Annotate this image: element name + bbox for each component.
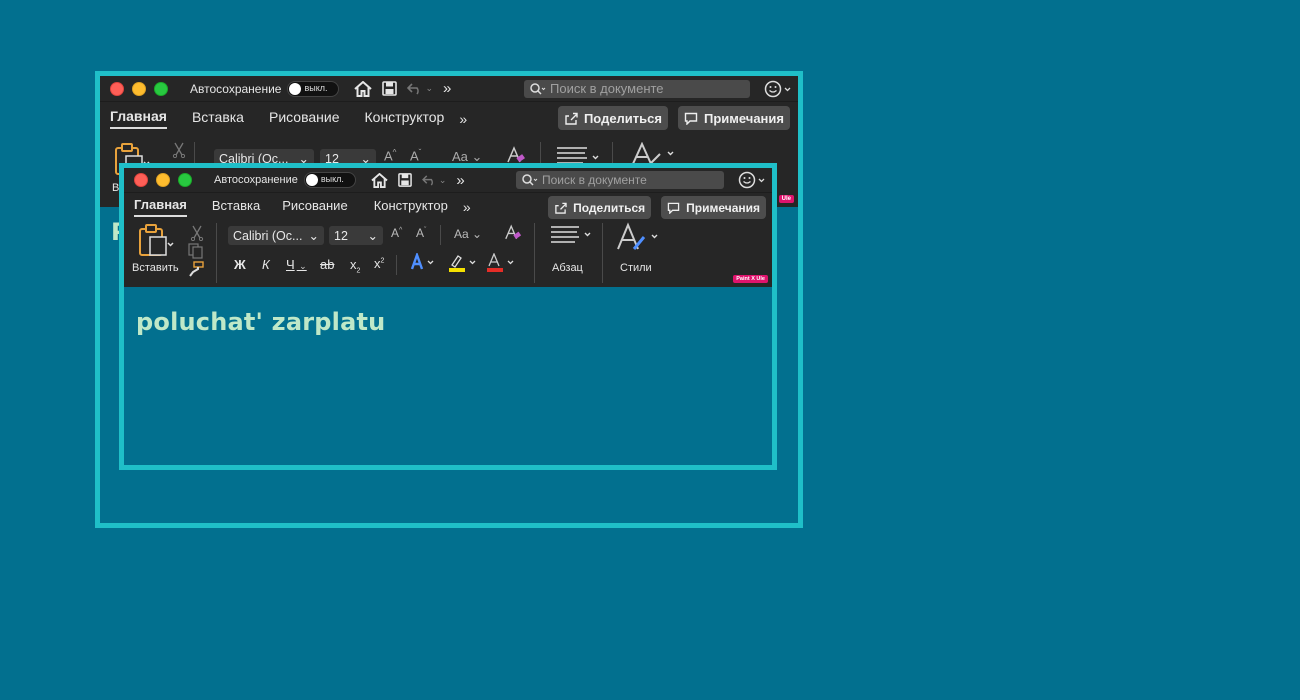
save-icon[interactable] (398, 173, 412, 187)
autosave-label: Автосохранение (214, 174, 298, 186)
undo-icon[interactable]: ⌄ (407, 82, 433, 95)
share-button[interactable]: Поделиться (557, 106, 668, 130)
grow-font-button[interactable]: A^ (384, 148, 396, 163)
search-input[interactable]: Поиск в документе (516, 171, 724, 189)
comments-button[interactable]: Примечания (661, 196, 766, 219)
zoom-button[interactable] (154, 81, 168, 96)
italic-button[interactable]: К (262, 257, 270, 272)
strikethrough-button[interactable]: ab (320, 257, 334, 272)
share-icon (565, 112, 578, 125)
title-bar: Автосохранение выкл. ⌄ » Поиск в докумен… (100, 76, 798, 101)
subscript-button[interactable]: x2 (350, 257, 360, 275)
search-input[interactable]: Поиск в документе (524, 79, 750, 98)
tab-draw[interactable]: Рисование (282, 198, 347, 216)
action-buttons: Поделиться Примечания (548, 196, 766, 219)
tab-design[interactable]: Конструктор (365, 109, 445, 128)
home-icon[interactable] (371, 172, 388, 188)
superscript-button[interactable]: x2 (374, 256, 384, 271)
search-icon (522, 174, 538, 186)
shrink-font-button[interactable]: Aˇ (416, 226, 426, 240)
tab-draw[interactable]: Рисование (269, 109, 340, 128)
paragraph-icon[interactable] (549, 225, 595, 250)
home-icon[interactable] (354, 80, 373, 97)
bold-button[interactable]: Ж (234, 257, 246, 272)
share-button[interactable]: Поделиться (548, 196, 652, 219)
styles-label: Стили (620, 262, 652, 274)
text-effects-icon[interactable] (410, 251, 436, 274)
front-word-window: Автосохранение выкл. ⌄ » Поиск в докумен… (119, 163, 777, 470)
autosave-label: Автосохранение (190, 81, 282, 96)
format-painter-icon[interactable] (188, 261, 204, 280)
font-size-select[interactable]: 12 ⌄ (329, 226, 383, 245)
undo-icon[interactable]: ⌄ (421, 175, 446, 186)
highlight-icon[interactable] (448, 253, 478, 276)
badge: Paint X Ule (733, 275, 768, 283)
more-tabs-icon[interactable]: » (459, 111, 467, 127)
styles-icon[interactable] (616, 221, 662, 256)
autosave-toggle[interactable]: выкл. (287, 80, 340, 97)
paste-icon[interactable] (136, 223, 176, 260)
underline-button[interactable]: Ч ⌄ (286, 257, 307, 272)
share-icon (555, 202, 567, 214)
ribbon-tabs: Главная Вставка Рисование Конструктор » (110, 108, 467, 129)
ribbon: Главная Вставка Рисование Конструктор » … (124, 192, 772, 287)
grow-font-button[interactable]: A^ (391, 226, 402, 240)
title-bar: Автосохранение выкл. ⌄ » Поиск в докумен… (124, 168, 772, 192)
zoom-button[interactable] (178, 173, 192, 187)
ribbon-tools: Вставить Calibri (Ос... ⌄ 12 ⌄ A^ Aˇ Aa ⌄ … (124, 222, 772, 285)
close-button[interactable] (134, 173, 148, 187)
copy-icon[interactable] (188, 243, 204, 262)
close-button[interactable] (110, 81, 124, 96)
font-name-select[interactable]: Calibri (Ос... ⌄ (228, 226, 324, 245)
more-icon[interactable]: » (456, 172, 464, 189)
cut-icon[interactable] (190, 225, 204, 244)
minimize-button[interactable] (156, 173, 170, 187)
clear-format-icon[interactable] (504, 224, 522, 244)
ribbon-tabs: Главная Вставка Рисование Конструктор » (134, 197, 471, 217)
tab-insert[interactable]: Вставка (212, 198, 260, 216)
more-tabs-icon[interactable]: » (463, 199, 471, 215)
font-color-icon[interactable] (486, 252, 516, 276)
comment-icon (684, 112, 698, 125)
paste-label: Вставить (132, 262, 179, 274)
tab-home[interactable]: Главная (110, 108, 167, 129)
comments-button[interactable]: Примечания (677, 106, 790, 130)
traffic-lights (134, 173, 192, 187)
action-buttons: Поделиться Примечания (557, 106, 790, 130)
smiley-icon[interactable] (764, 80, 792, 98)
tab-home[interactable]: Главная (134, 197, 187, 217)
shrink-font-button[interactable]: Aˇ (410, 148, 421, 163)
cut-icon[interactable] (172, 142, 186, 161)
smiley-icon[interactable] (738, 171, 766, 189)
tab-insert[interactable]: Вставка (192, 109, 244, 128)
document-text[interactable]: poluchat' zarplatu (136, 308, 385, 336)
save-icon[interactable] (382, 81, 398, 96)
paragraph-label: Абзац (552, 262, 583, 274)
minimize-button[interactable] (132, 81, 146, 96)
comment-icon (667, 202, 680, 214)
search-icon (530, 82, 546, 95)
traffic-lights (110, 81, 168, 96)
change-case-button[interactable]: Aa ⌄ (454, 227, 482, 241)
more-icon[interactable]: » (443, 80, 451, 97)
badge: Ule (778, 195, 794, 203)
autosave-toggle[interactable]: выкл. (303, 172, 356, 188)
tab-design[interactable]: Конструктор (374, 198, 448, 216)
